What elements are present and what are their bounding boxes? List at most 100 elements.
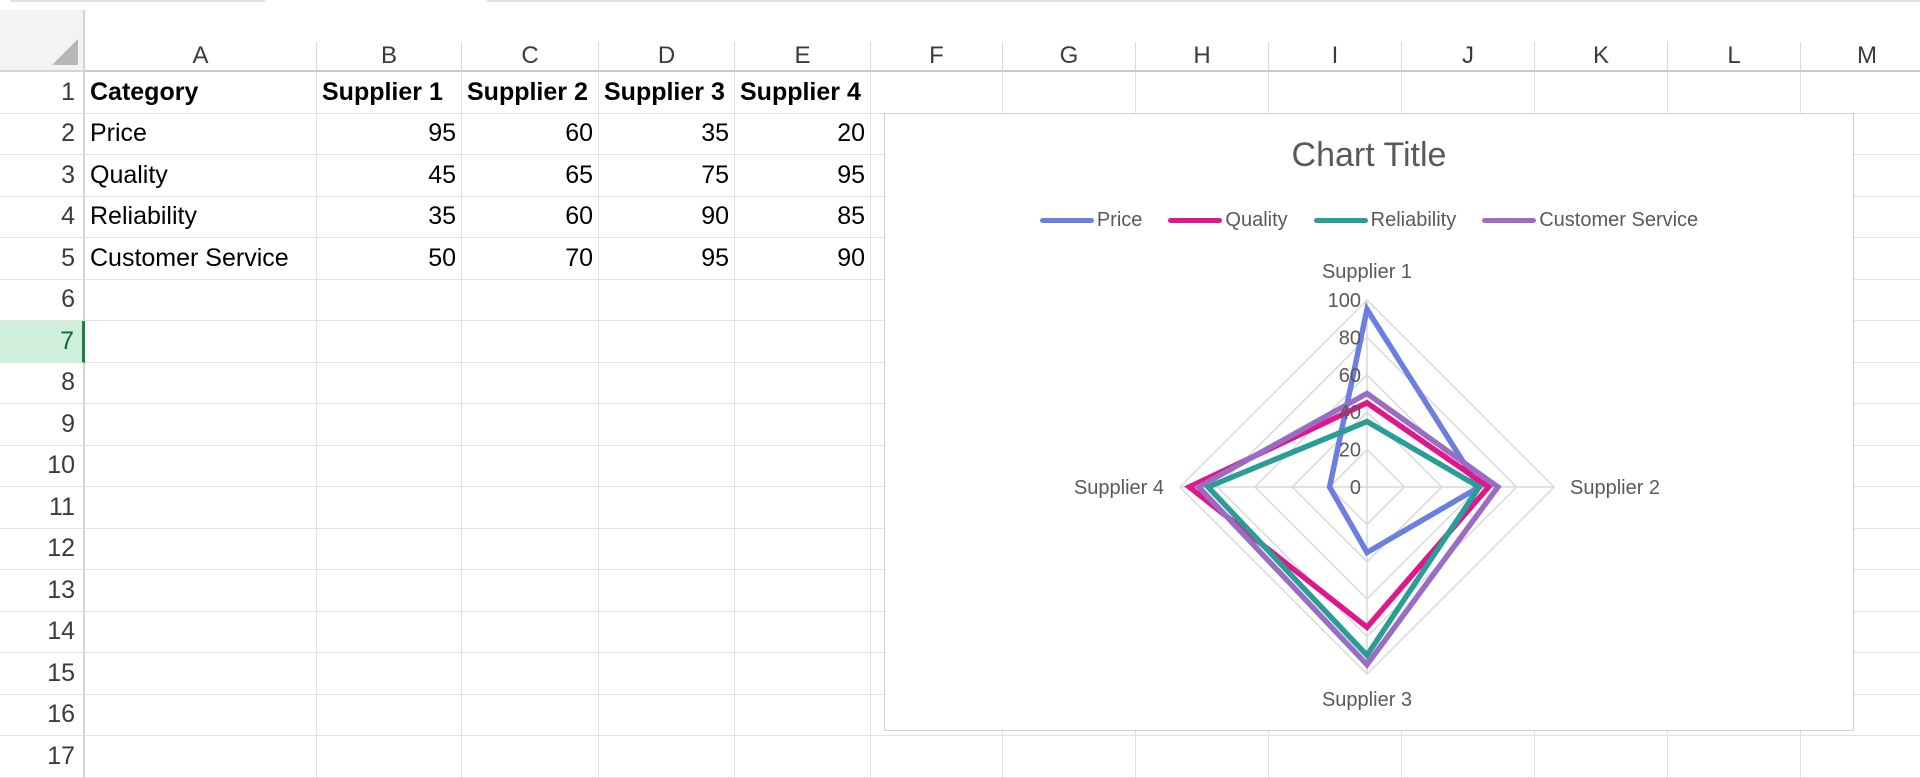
cell-E5[interactable]: 90	[735, 238, 871, 280]
cell-A5[interactable]: Customer Service	[85, 238, 317, 280]
column-header-D[interactable]: D	[599, 42, 735, 72]
cell-D7[interactable]	[599, 321, 735, 363]
cell-M1[interactable]	[1801, 72, 1920, 114]
cell-E1[interactable]: Supplier 4	[735, 72, 871, 114]
cell-C8[interactable]	[462, 362, 599, 404]
cell-B6[interactable]	[317, 279, 462, 321]
row-header-16[interactable]: 16	[0, 694, 85, 736]
row-header-17[interactable]: 17	[0, 736, 85, 778]
column-header-E[interactable]: E	[735, 42, 871, 72]
cell-G1[interactable]	[1003, 72, 1136, 114]
cell-D2[interactable]: 35	[599, 113, 735, 155]
column-header-K[interactable]: K	[1535, 42, 1668, 72]
cell-E17[interactable]	[735, 736, 871, 778]
cell-E3[interactable]: 95	[735, 155, 871, 197]
column-header-I[interactable]: I	[1269, 42, 1402, 72]
row-header-11[interactable]: 11	[0, 487, 85, 529]
cell-C9[interactable]	[462, 404, 599, 446]
cell-D17[interactable]	[599, 736, 735, 778]
radar-plot-area[interactable]: 0 20 40 60 80 100 Supplier 1 Supplier 2 Supplier…	[885, 114, 1853, 730]
cell-D3[interactable]: 75	[599, 155, 735, 197]
cell-A10[interactable]	[85, 445, 317, 487]
radar-chart[interactable]: Chart Title Price Quality Reliability Custo…	[884, 113, 1854, 731]
cell-C3[interactable]: 65	[462, 155, 599, 197]
row-header-7[interactable]: 7	[0, 321, 85, 363]
cell-B8[interactable]	[317, 362, 462, 404]
cell-A17[interactable]	[85, 736, 317, 778]
cell-K17[interactable]	[1535, 736, 1668, 778]
cell-L1[interactable]	[1668, 72, 1801, 114]
cell-A3[interactable]: Quality	[85, 155, 317, 197]
cell-B9[interactable]	[317, 404, 462, 446]
cell-E16[interactable]	[735, 694, 871, 736]
column-header-A[interactable]: A	[85, 42, 317, 72]
cell-A9[interactable]	[85, 404, 317, 446]
cell-C15[interactable]	[462, 653, 599, 695]
cell-D9[interactable]	[599, 404, 735, 446]
cell-E7[interactable]	[735, 321, 871, 363]
row-header-9[interactable]: 9	[0, 404, 85, 446]
cell-B13[interactable]	[317, 570, 462, 612]
cell-E11[interactable]	[735, 487, 871, 529]
cell-C12[interactable]	[462, 528, 599, 570]
cell-A16[interactable]	[85, 694, 317, 736]
cell-B4[interactable]: 35	[317, 196, 462, 238]
cell-B12[interactable]	[317, 528, 462, 570]
column-header-L[interactable]: L	[1668, 42, 1801, 72]
row-header-10[interactable]: 10	[0, 445, 85, 487]
cell-H1[interactable]	[1136, 72, 1269, 114]
row-header-4[interactable]: 4	[0, 196, 85, 238]
cell-E2[interactable]: 20	[735, 113, 871, 155]
cell-B3[interactable]: 45	[317, 155, 462, 197]
row-header-6[interactable]: 6	[0, 279, 85, 321]
cell-A11[interactable]	[85, 487, 317, 529]
cell-D16[interactable]	[599, 694, 735, 736]
cell-B17[interactable]	[317, 736, 462, 778]
cell-D1[interactable]: Supplier 3	[599, 72, 735, 114]
row-header-2[interactable]: 2	[0, 113, 85, 155]
cell-C11[interactable]	[462, 487, 599, 529]
cell-E9[interactable]	[735, 404, 871, 446]
cell-A15[interactable]	[85, 653, 317, 695]
cell-D8[interactable]	[599, 362, 735, 404]
cell-A1[interactable]: Category	[85, 72, 317, 114]
cell-C6[interactable]	[462, 279, 599, 321]
cell-C16[interactable]	[462, 694, 599, 736]
cell-C10[interactable]	[462, 445, 599, 487]
cell-E12[interactable]	[735, 528, 871, 570]
cell-D10[interactable]	[599, 445, 735, 487]
cell-A13[interactable]	[85, 570, 317, 612]
cell-B15[interactable]	[317, 653, 462, 695]
cell-J17[interactable]	[1402, 736, 1535, 778]
cell-A4[interactable]: Reliability	[85, 196, 317, 238]
cell-C4[interactable]: 60	[462, 196, 599, 238]
cell-A2[interactable]: Price	[85, 113, 317, 155]
cell-H17[interactable]	[1136, 736, 1269, 778]
cell-K1[interactable]	[1535, 72, 1668, 114]
cell-D11[interactable]	[599, 487, 735, 529]
cell-J1[interactable]	[1402, 72, 1535, 114]
cell-A14[interactable]	[85, 611, 317, 653]
cell-D4[interactable]: 90	[599, 196, 735, 238]
row-header-14[interactable]: 14	[0, 611, 85, 653]
row-header-3[interactable]: 3	[0, 155, 85, 197]
row-header-8[interactable]: 8	[0, 362, 85, 404]
cell-D14[interactable]	[599, 611, 735, 653]
column-header-B[interactable]: B	[317, 42, 462, 72]
column-header-G[interactable]: G	[1003, 42, 1136, 72]
cell-I17[interactable]	[1269, 736, 1402, 778]
cell-A7[interactable]	[85, 321, 317, 363]
cell-C7[interactable]	[462, 321, 599, 363]
cell-C13[interactable]	[462, 570, 599, 612]
cell-C1[interactable]: Supplier 2	[462, 72, 599, 114]
cell-E13[interactable]	[735, 570, 871, 612]
cell-A12[interactable]	[85, 528, 317, 570]
cell-D15[interactable]	[599, 653, 735, 695]
cell-E8[interactable]	[735, 362, 871, 404]
cell-E10[interactable]	[735, 445, 871, 487]
row-header-13[interactable]: 13	[0, 570, 85, 612]
cell-A8[interactable]	[85, 362, 317, 404]
cell-L17[interactable]	[1668, 736, 1801, 778]
row-header-15[interactable]: 15	[0, 653, 85, 695]
cell-A6[interactable]	[85, 279, 317, 321]
